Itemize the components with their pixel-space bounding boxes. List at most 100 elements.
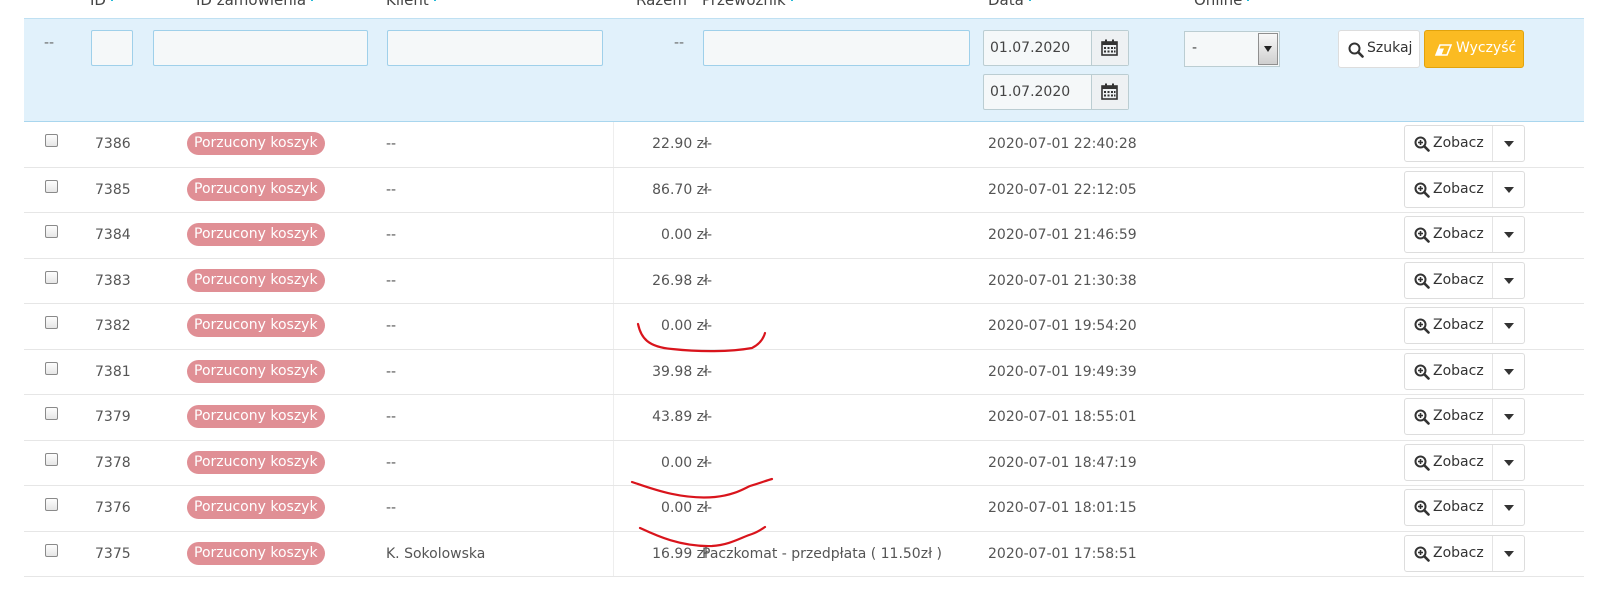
status-badge: Porzucony koszyk bbox=[187, 496, 325, 519]
row-date: 2020-07-01 18:01:15 bbox=[988, 500, 1137, 516]
view-button[interactable]: Zobacz bbox=[1405, 536, 1492, 571]
clear-filters-button[interactable]: Wyczyść bbox=[1424, 30, 1524, 68]
view-button[interactable]: Zobacz bbox=[1405, 490, 1492, 525]
sort-icon[interactable] bbox=[433, 0, 442, 1]
row-checkbox[interactable] bbox=[45, 498, 58, 511]
view-button-label: Zobacz bbox=[1433, 499, 1484, 515]
row-total: 26.98 zł bbox=[652, 272, 708, 289]
column-divider bbox=[613, 440, 614, 485]
row-carrier: -- bbox=[702, 409, 713, 425]
row-checkbox[interactable] bbox=[45, 543, 58, 557]
row-total: 0.00 zł bbox=[661, 454, 708, 471]
row-checkbox[interactable] bbox=[45, 179, 58, 193]
column-header-client[interactable]: Klient bbox=[386, 0, 442, 9]
row-carrier: -- bbox=[702, 136, 713, 152]
sort-icon[interactable] bbox=[790, 0, 799, 1]
view-button[interactable]: Zobacz bbox=[1405, 445, 1492, 480]
caret-down-icon[interactable] bbox=[1492, 262, 1524, 298]
column-divider bbox=[613, 531, 614, 576]
table-row[interactable]: 7384 Porzucony koszyk -- 0.00 zł -- 2020… bbox=[24, 213, 1584, 259]
date-to-calendar-button[interactable] bbox=[1091, 75, 1128, 109]
row-checkbox[interactable] bbox=[45, 452, 58, 466]
chevron-down-icon[interactable] bbox=[1258, 33, 1278, 65]
status-badge: Porzucony koszyk bbox=[187, 132, 325, 155]
row-date: 2020-07-01 19:49:39 bbox=[988, 363, 1137, 380]
row-total: 0.00 zł bbox=[661, 227, 708, 243]
view-button[interactable]: Zobacz bbox=[1405, 308, 1492, 343]
date-from-calendar-button[interactable] bbox=[1091, 31, 1128, 65]
row-checkbox[interactable] bbox=[45, 407, 58, 420]
column-header-carrier[interactable]: Przewoźnik bbox=[702, 0, 799, 9]
status-badge: Porzucony koszyk bbox=[187, 268, 325, 292]
table-row[interactable]: 7385 Porzucony koszyk -- 86.70 zł -- 202… bbox=[24, 167, 1584, 213]
caret-down-icon[interactable] bbox=[1492, 308, 1524, 343]
calendar-icon bbox=[1101, 39, 1118, 56]
sort-icon[interactable] bbox=[1247, 0, 1255, 1]
filter-carrier-input[interactable] bbox=[703, 30, 970, 66]
view-button[interactable]: Zobacz bbox=[1405, 126, 1492, 161]
filter-date-to[interactable]: 01.07.2020 bbox=[983, 74, 1129, 110]
column-header-online[interactable]: Online bbox=[1194, 0, 1255, 9]
filter-id-input[interactable] bbox=[91, 30, 133, 66]
row-checkbox[interactable] bbox=[45, 270, 58, 284]
filter-client-input[interactable] bbox=[387, 30, 603, 66]
table-row[interactable]: 7379 Porzucony koszyk -- 43.89 zł -- 202… bbox=[24, 395, 1584, 441]
view-button[interactable]: Zobacz bbox=[1405, 217, 1492, 252]
sort-icon[interactable] bbox=[1028, 0, 1037, 1]
caret-down-icon[interactable] bbox=[1492, 535, 1524, 571]
zoom-in-icon bbox=[1414, 546, 1430, 562]
calendar-icon bbox=[1101, 83, 1118, 100]
caret-down-icon[interactable] bbox=[1492, 126, 1524, 161]
filter-order-id-input[interactable] bbox=[153, 30, 368, 66]
zoom-in-icon bbox=[1414, 364, 1430, 380]
table-row[interactable]: 7386 Porzucony koszyk -- 22.90 zł -- 202… bbox=[24, 122, 1584, 168]
table-row[interactable]: 7382 Porzucony koszyk -- 0.00 zł -- 2020… bbox=[24, 304, 1584, 350]
view-button-label: Zobacz bbox=[1433, 544, 1484, 561]
table-row[interactable]: 7378 Porzucony koszyk -- 0.00 zł -- 2020… bbox=[24, 440, 1584, 486]
caret-down-icon[interactable] bbox=[1492, 490, 1524, 525]
view-button-label: Zobacz bbox=[1433, 453, 1484, 470]
column-header-id[interactable]: ID bbox=[90, 0, 119, 9]
caret-down-icon[interactable] bbox=[1492, 399, 1524, 434]
row-checkbox[interactable] bbox=[45, 134, 58, 147]
caret-down-icon[interactable] bbox=[1492, 353, 1524, 389]
row-carrier: -- bbox=[702, 500, 713, 516]
view-button[interactable]: Zobacz bbox=[1405, 172, 1492, 207]
filter-date-from[interactable]: 01.07.2020 bbox=[983, 30, 1129, 66]
search-button[interactable]: Szukaj bbox=[1338, 30, 1420, 68]
view-button[interactable]: Zobacz bbox=[1405, 399, 1492, 434]
table-row[interactable]: 7375 Porzucony koszyk K. Sokolowska 16.9… bbox=[24, 531, 1584, 577]
view-button[interactable]: Zobacz bbox=[1405, 263, 1492, 298]
sort-icon[interactable] bbox=[311, 0, 319, 1]
row-id: 7384 bbox=[95, 227, 131, 243]
column-header-order-id[interactable]: ID zamówienia bbox=[196, 0, 319, 9]
view-button-label: Zobacz bbox=[1433, 180, 1484, 197]
row-client: -- bbox=[386, 454, 397, 471]
row-total: 0.00 zł bbox=[661, 500, 708, 516]
view-button-label: Zobacz bbox=[1433, 271, 1484, 288]
search-icon bbox=[1348, 42, 1364, 58]
column-header-date[interactable]: Data bbox=[988, 0, 1037, 9]
filter-online-select[interactable]: - bbox=[1184, 31, 1280, 67]
caret-down-icon[interactable] bbox=[1492, 217, 1524, 252]
row-actions: Zobacz bbox=[1404, 261, 1525, 299]
view-button[interactable]: Zobacz bbox=[1405, 354, 1492, 389]
status-badge: Porzucony koszyk bbox=[187, 450, 325, 474]
caret-down-icon[interactable] bbox=[1492, 444, 1524, 480]
row-date: 2020-07-01 17:58:51 bbox=[988, 545, 1137, 562]
view-button-label: Zobacz bbox=[1433, 135, 1484, 151]
row-client: -- bbox=[386, 227, 397, 243]
row-checkbox[interactable] bbox=[45, 316, 58, 329]
row-checkbox[interactable] bbox=[45, 225, 58, 238]
sort-icon[interactable] bbox=[110, 0, 119, 1]
filter-total-dash: -- bbox=[674, 35, 685, 51]
row-id: 7376 bbox=[95, 500, 131, 516]
caret-down-icon[interactable] bbox=[1492, 171, 1524, 207]
row-checkbox[interactable] bbox=[45, 361, 58, 375]
table-row[interactable]: 7376 Porzucony koszyk -- 0.00 zł -- 2020… bbox=[24, 486, 1584, 532]
date-to-value: 01.07.2020 bbox=[990, 84, 1071, 100]
row-date: 2020-07-01 22:40:28 bbox=[988, 136, 1137, 152]
table-row[interactable]: 7381 Porzucony koszyk -- 39.98 zł -- 202… bbox=[24, 349, 1584, 395]
row-actions: Zobacz bbox=[1404, 443, 1525, 481]
table-row[interactable]: 7383 Porzucony koszyk -- 26.98 zł -- 202… bbox=[24, 258, 1584, 304]
